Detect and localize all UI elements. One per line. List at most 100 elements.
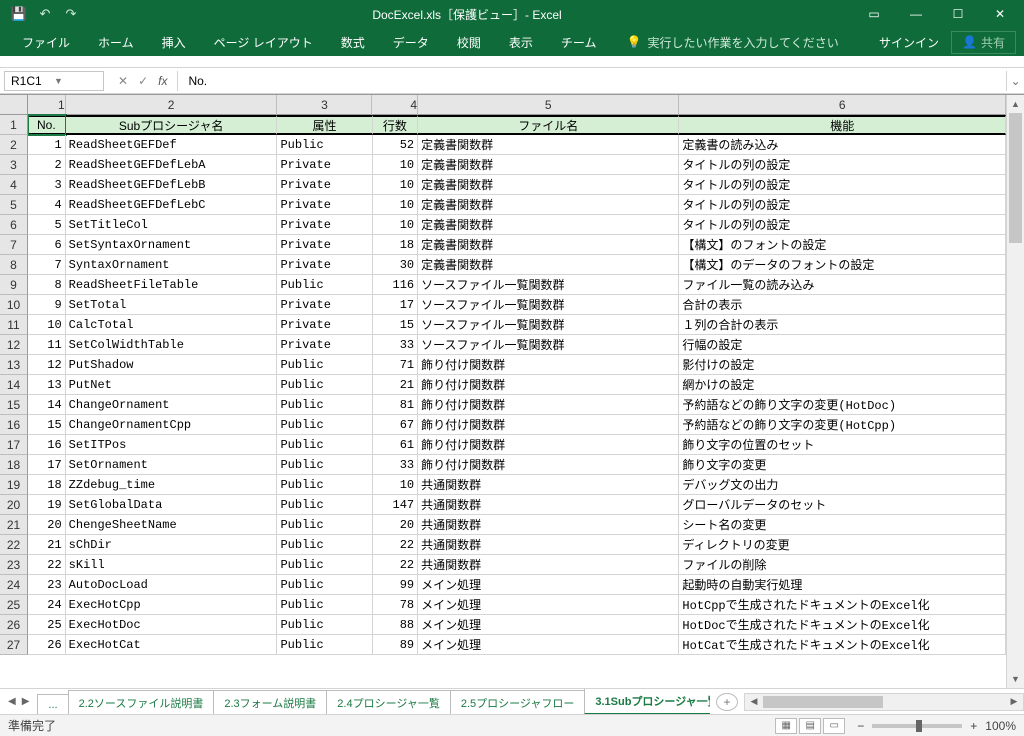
cell-attr[interactable]: Public	[277, 595, 372, 615]
cell-func[interactable]: タイトルの列の設定	[679, 215, 1006, 235]
cell-func[interactable]: 合計の表示	[679, 295, 1006, 315]
col-header[interactable]: 3	[277, 95, 372, 115]
page-layout-icon[interactable]: ▤	[799, 718, 821, 734]
cell-attr[interactable]: Public	[277, 415, 372, 435]
scroll-thumb-h[interactable]	[763, 696, 883, 708]
maximize-icon[interactable]: ☐	[938, 0, 978, 28]
cell-sub[interactable]: ReadSheetGEFDefLebA	[66, 155, 278, 175]
cell-no[interactable]: 24	[28, 595, 66, 615]
row-header[interactable]: 21	[0, 515, 28, 535]
cell-line[interactable]: 10	[373, 195, 419, 215]
cell-attr[interactable]: Private	[277, 215, 372, 235]
row-header[interactable]: 18	[0, 455, 28, 475]
cell-sub[interactable]: ReadSheetGEFDefLebB	[66, 175, 278, 195]
scroll-right-icon[interactable]: ▶	[1005, 696, 1023, 707]
row-header[interactable]: 20	[0, 495, 28, 515]
cell-sub[interactable]: SyntaxOrnament	[66, 255, 278, 275]
cell-file[interactable]: メイン処理	[418, 635, 679, 655]
sheet-tab[interactable]: 2.2ソースファイル説明書	[68, 690, 215, 715]
cell-func[interactable]: ファイルの削除	[679, 555, 1006, 575]
cell-no[interactable]: 14	[28, 395, 66, 415]
cell-sub[interactable]: sChDir	[66, 535, 278, 555]
name-box[interactable]: R1C1▼	[4, 71, 104, 91]
cell-line[interactable]: 10	[373, 475, 419, 495]
cell-attr[interactable]: Public	[277, 355, 372, 375]
expand-formula-icon[interactable]: ⌄	[1006, 71, 1024, 91]
cell-sub[interactable]: ReadSheetGEFDefLebC	[66, 195, 278, 215]
cell-no[interactable]: 12	[28, 355, 66, 375]
cell-attr[interactable]: Public	[277, 495, 372, 515]
cell-line[interactable]: 81	[373, 395, 419, 415]
row-header[interactable]: 6	[0, 215, 28, 235]
sheet-nav-next-icon[interactable]: ▶	[22, 696, 30, 707]
cell-no[interactable]: 9	[28, 295, 66, 315]
cell-no[interactable]: 21	[28, 535, 66, 555]
cell-attr[interactable]: Public	[277, 135, 372, 155]
cell-attr[interactable]: Public	[277, 375, 372, 395]
row-header[interactable]: 17	[0, 435, 28, 455]
undo-icon[interactable]: ↶	[36, 5, 54, 23]
cell-file[interactable]: ソースファイル一覧関数群	[418, 295, 679, 315]
cell-line[interactable]: 10	[373, 175, 419, 195]
cell-sub[interactable]: ChangeOrnament	[66, 395, 278, 415]
cell-line[interactable]: 147	[373, 495, 419, 515]
row-header[interactable]: 25	[0, 595, 28, 615]
tab-view[interactable]: 表示	[495, 28, 547, 56]
cell-attr[interactable]: Private	[277, 255, 372, 275]
cell-attr[interactable]: Public	[277, 455, 372, 475]
cell-func[interactable]: 行幅の設定	[679, 335, 1006, 355]
cell-sub[interactable]: PutShadow	[66, 355, 278, 375]
tab-review[interactable]: 校閲	[443, 28, 495, 56]
cell-func[interactable]: 予約語などの飾り文字の変更(HotDoc)	[679, 395, 1006, 415]
cell-func[interactable]: 網かけの設定	[679, 375, 1006, 395]
cell-attr[interactable]: Private	[277, 175, 372, 195]
cell-line[interactable]: 22	[373, 535, 419, 555]
cell-line[interactable]: 71	[373, 355, 419, 375]
row-header[interactable]: 1	[0, 115, 28, 135]
tab-data[interactable]: データ	[379, 28, 443, 56]
ribbon-options-icon[interactable]: ▭	[854, 0, 894, 28]
cell-file[interactable]: ソースファイル一覧関数群	[418, 315, 679, 335]
cell-file[interactable]: 飾り付け関数群	[418, 375, 679, 395]
cell-func[interactable]: タイトルの列の設定	[679, 195, 1006, 215]
col-header[interactable]: 2	[66, 95, 278, 115]
cell-line[interactable]: 33	[373, 455, 419, 475]
cell-file[interactable]: 飾り付け関数群	[418, 455, 679, 475]
row-header[interactable]: 10	[0, 295, 28, 315]
cell-sub[interactable]: ExecHotDoc	[66, 615, 278, 635]
cancel-icon[interactable]: ✕	[118, 74, 128, 88]
row-header[interactable]: 15	[0, 395, 28, 415]
minimize-icon[interactable]: —	[896, 0, 936, 28]
row-header[interactable]: 11	[0, 315, 28, 335]
cell-line[interactable]: 89	[373, 635, 419, 655]
cell-func[interactable]: HotCppで生成されたドキュメントのExcel化	[679, 595, 1006, 615]
row-header[interactable]: 27	[0, 635, 28, 655]
header-cell-attr[interactable]: 属性	[277, 115, 372, 135]
add-sheet-button[interactable]: +	[716, 693, 738, 711]
cell-line[interactable]: 10	[373, 155, 419, 175]
row-header[interactable]: 13	[0, 355, 28, 375]
cell-attr[interactable]: Public	[277, 635, 372, 655]
cell-file[interactable]: メイン処理	[418, 575, 679, 595]
row-header[interactable]: 3	[0, 155, 28, 175]
cell-no[interactable]: 7	[28, 255, 66, 275]
cell-func[interactable]: 【構文】のデータのフォントの設定	[679, 255, 1006, 275]
cell-line[interactable]: 17	[373, 295, 419, 315]
row-header[interactable]: 2	[0, 135, 28, 155]
zoom-level[interactable]: 100%	[985, 719, 1016, 733]
cell-no[interactable]: 19	[28, 495, 66, 515]
chevron-down-icon[interactable]: ▼	[54, 76, 97, 86]
row-header[interactable]: 22	[0, 535, 28, 555]
cell-file[interactable]: 飾り付け関数群	[418, 355, 679, 375]
cell-file[interactable]: 飾り付け関数群	[418, 415, 679, 435]
row-header[interactable]: 19	[0, 475, 28, 495]
cell-attr[interactable]: Public	[277, 535, 372, 555]
cell-file[interactable]: 定義書関数群	[418, 135, 679, 155]
cell-line[interactable]: 78	[373, 595, 419, 615]
row-header[interactable]: 8	[0, 255, 28, 275]
cell-func[interactable]: ファイル一覧の読み込み	[679, 275, 1006, 295]
save-icon[interactable]: 💾	[10, 5, 28, 23]
tell-me-search[interactable]: 💡実行したい作業を入力してください	[610, 34, 867, 51]
col-header[interactable]: 1	[28, 95, 66, 115]
tab-formulas[interactable]: 数式	[327, 28, 379, 56]
